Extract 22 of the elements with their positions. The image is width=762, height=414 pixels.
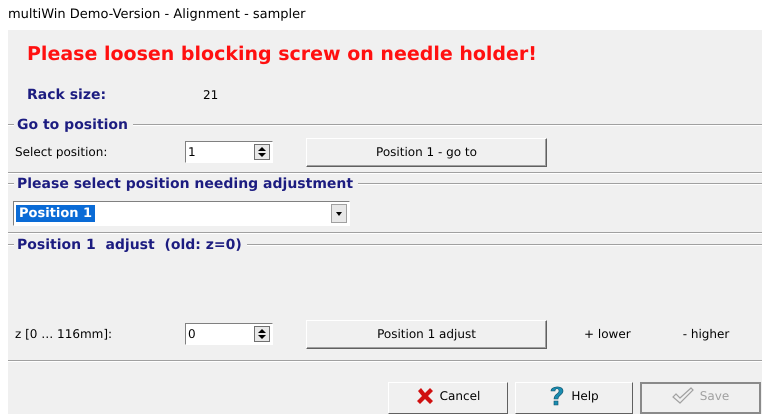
- warning-message: Please loosen blocking screw on needle holder!: [27, 43, 537, 66]
- spin-arrows-icon[interactable]: [254, 326, 270, 342]
- rack-size-value: 21: [203, 88, 218, 102]
- group-title: Position 1 adjust (old: z=0): [16, 236, 243, 253]
- help-button[interactable]: Help: [515, 382, 633, 414]
- field-label: Select position:: [15, 145, 108, 160]
- cross-icon: [416, 386, 434, 405]
- direction-hint: - higher: [682, 327, 730, 342]
- field-label: Rack size:: [27, 87, 108, 104]
- dropdown-value: Position 1: [16, 204, 96, 222]
- group-title: Go to position: [16, 116, 130, 133]
- spin-arrows-icon[interactable]: [254, 144, 270, 160]
- direction-hint: + lower: [584, 327, 631, 342]
- window-title: multiWin Demo-Version - Alignment - sampler: [7, 6, 306, 24]
- check-icon: [672, 386, 694, 405]
- help-icon: [549, 384, 566, 407]
- cancel-button[interactable]: Cancel: [388, 382, 508, 414]
- position-dropdown[interactable]: Position 1: [13, 200, 350, 226]
- group-title: Please select position needing adjustment: [16, 176, 354, 192]
- field-label: z [0 … 116mm]:: [15, 327, 114, 342]
- go-to-button[interactable]: Position 1 - go to: [306, 138, 547, 167]
- adjust-button[interactable]: Position 1 adjust: [306, 320, 547, 349]
